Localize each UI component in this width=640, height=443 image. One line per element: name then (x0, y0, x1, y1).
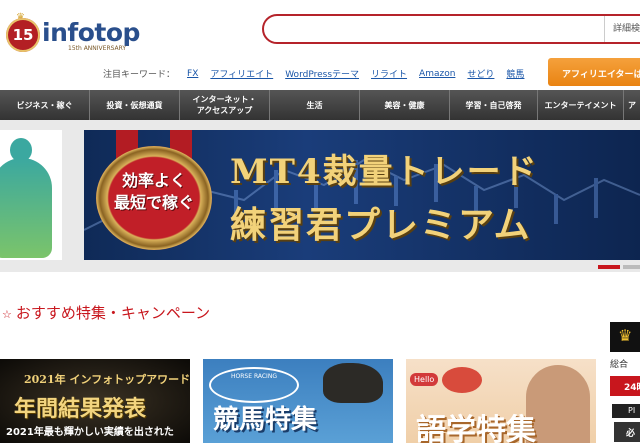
keywords-label: 注目キーワード： (103, 70, 176, 80)
nav-item-internet[interactable]: インターネット・ アクセスアップ (180, 90, 270, 120)
advanced-search-link[interactable]: 詳細検 (604, 16, 640, 42)
main-banner[interactable]: 効率よく 最短で稼ぐ MT4裁量トレード 練習君プレミアム (84, 130, 640, 260)
card-title: 競馬特集 (213, 405, 318, 435)
prev-banner-thumbnail[interactable] (0, 130, 62, 260)
trending-keywords: 注目キーワード： FX アフィリエイト WordPressテーマ リライト Am… (103, 67, 524, 81)
horse-image (323, 363, 383, 403)
card-line3: 2021年最も輝かしい実績を出された (6, 427, 174, 438)
logo-word: infotop (42, 18, 140, 47)
star-icon: ☆ (2, 308, 12, 321)
crown-icon: ♛ (618, 326, 633, 345)
ranking-tab[interactable]: PI (612, 404, 640, 418)
nav-item-life[interactable]: 生活 (270, 90, 360, 120)
keyword-link[interactable]: WordPressテーマ (285, 67, 359, 80)
ranking-label: 総合 (610, 360, 629, 370)
logo-number: 15 (6, 18, 40, 52)
slider-dot-active[interactable] (598, 265, 620, 269)
page: ♛ 15 infotop 15th ANNIVERSARY 詳細検 注目キーワー… (0, 0, 640, 443)
keyword-link[interactable]: せどり (467, 67, 494, 80)
nav-item-investment[interactable]: 投資・仮想通貨 (90, 90, 180, 120)
affiliate-register-button[interactable]: アフィリエイターは (548, 58, 640, 86)
card-hello-bubble: Hello (410, 373, 439, 386)
section-title-text: おすすめ特集・キャンペーン (15, 304, 211, 322)
medal-text-line2: 最短で稼ぐ (113, 193, 194, 212)
medal-badge: 効率よく 最短で稼ぐ (88, 130, 220, 260)
category-nav: ビジネス・稼ぐ 投資・仮想通貨 インターネット・ アクセスアップ 生活 美容・健… (0, 90, 640, 120)
nav-item-learning[interactable]: 学習・自己啓発 (450, 90, 538, 120)
card-title: 語学特集 (416, 413, 536, 443)
banner-title-line2: 練習君プレミアム (230, 204, 532, 246)
keyword-link[interactable]: FX (187, 69, 198, 79)
ranking-header: ♛ (610, 322, 640, 352)
ranking-24h-tab[interactable]: 24時 (610, 376, 640, 396)
nav-item-entertainment[interactable]: エンターテイメント (538, 90, 624, 120)
nav-item-more[interactable]: ア (624, 90, 640, 120)
banner-title-line1: MT4裁量トレード (230, 152, 539, 192)
nav-item-beauty[interactable]: 美容・健康 (360, 90, 450, 120)
nav-item-business[interactable]: ビジネス・稼ぐ (0, 90, 90, 120)
keyword-link[interactable]: 競馬 (506, 67, 524, 80)
slider-pagination (598, 265, 640, 269)
keyword-link[interactable]: リライト (371, 67, 407, 80)
medal-text-line1: 効率よく (121, 171, 186, 190)
keyword-link[interactable]: アフィリエイト (210, 67, 273, 80)
logo-subtitle: 15th ANNIVERSARY (68, 45, 127, 52)
card-line2: 年間結果発表 (14, 396, 147, 422)
ranking-item-image[interactable]: 必 (614, 422, 640, 442)
section-title: ☆ おすすめ特集・キャンペーン (2, 302, 210, 323)
campaign-card-language[interactable]: Hello 語学特集 (406, 359, 596, 443)
search-box: 詳細検 (262, 14, 640, 44)
campaign-card-horse-racing[interactable]: HORSE RACING 競馬特集 (203, 359, 393, 443)
card-line1: 2021年 インフォトップアワード (24, 373, 190, 386)
slider-dot[interactable] (623, 265, 640, 269)
keyword-link[interactable]: Amazon (419, 69, 455, 79)
infotop-logo[interactable]: ♛ 15 infotop 15th ANNIVERSARY (4, 12, 140, 52)
search-input[interactable] (272, 20, 602, 38)
campaign-card-award[interactable]: 2021年 インフォトップアワード 年間結果発表 2021年最も輝かしい実績を出… (0, 359, 190, 443)
card-badge: HORSE RACING (209, 367, 299, 403)
food-image (442, 367, 482, 393)
